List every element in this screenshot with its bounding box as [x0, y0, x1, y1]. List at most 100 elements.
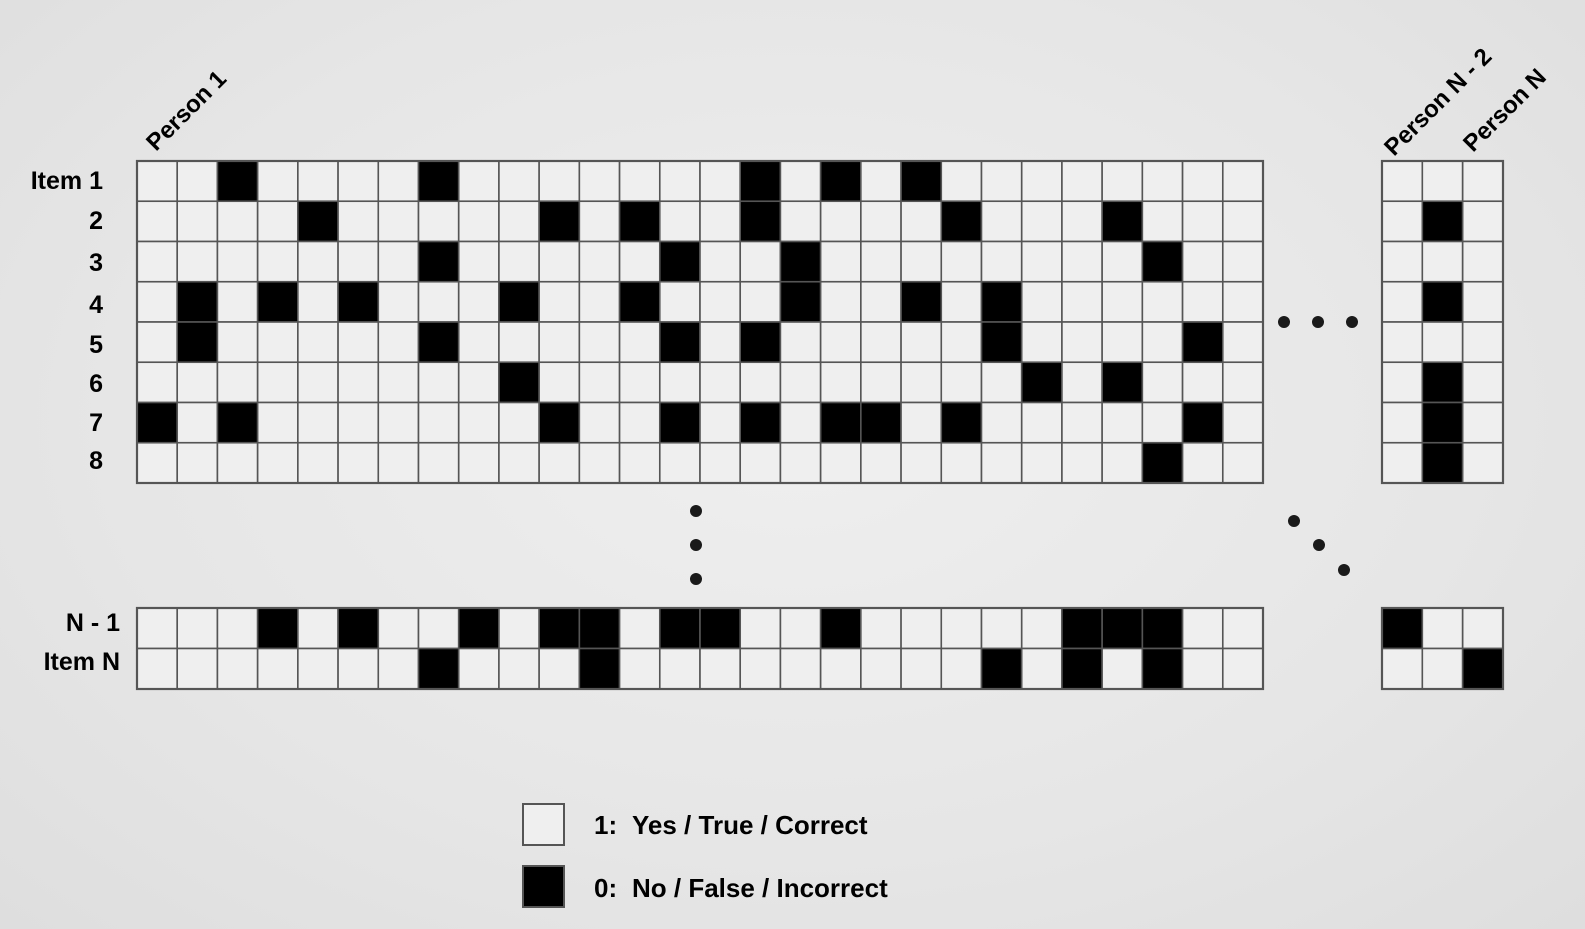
matrix-cell-zero	[417, 160, 460, 203]
matrix-cell-zero	[417, 647, 460, 690]
matrix-cell-one	[1181, 280, 1224, 323]
matrix-cell-one	[1141, 160, 1184, 203]
matrix-cell-one	[900, 401, 943, 444]
matrix-cell-one	[297, 401, 339, 444]
matrix-cell-zero	[417, 321, 460, 364]
matrix-cell-one	[940, 607, 983, 650]
matrix-cell-one	[1020, 441, 1063, 484]
matrix-cell-one	[136, 160, 179, 203]
matrix-cell-one	[1421, 160, 1464, 203]
matrix-cell-one	[297, 240, 339, 283]
matrix-cell-one	[779, 361, 822, 404]
matrix-cell-one	[658, 200, 701, 243]
matrix-cell-one	[297, 441, 339, 484]
matrix-cell-zero	[1101, 607, 1144, 650]
legend-value-zero: 0:	[594, 873, 617, 903]
matrix-cell-one	[256, 401, 299, 444]
matrix-cell-one	[1421, 240, 1464, 283]
matrix-cell-one	[739, 647, 782, 690]
matrix-cell-zero	[900, 160, 943, 203]
matrix-cell-one	[699, 647, 742, 690]
matrix-cell-one	[216, 647, 259, 690]
matrix-cell-one	[578, 200, 621, 243]
matrix-cell-zero	[538, 200, 581, 243]
matrix-cell-one	[860, 647, 902, 690]
matrix-cell-one	[538, 361, 581, 404]
matrix-cell-one	[779, 647, 822, 690]
matrix-cell-one	[176, 361, 219, 404]
matrix-cell-zero	[980, 280, 1023, 323]
matrix-cell-one	[1181, 361, 1224, 404]
matrix-cell-zero	[779, 280, 822, 323]
matrix-cell-one	[498, 441, 540, 484]
matrix-cell-zero	[1181, 321, 1224, 364]
matrix-cell-one	[860, 280, 902, 323]
matrix-cell-one	[1381, 240, 1424, 283]
matrix-cell-one	[498, 240, 540, 283]
response-matrix-diagram: Person 1 Person N - 2 Person N Item 1 2 …	[31, 43, 1552, 908]
matrix-cell-one	[457, 401, 500, 444]
matrix-cell-one	[819, 321, 862, 364]
matrix-cell-one	[216, 280, 259, 323]
matrix-cell-one	[1061, 441, 1103, 484]
matrix-cell-one	[216, 607, 259, 650]
matrix-cell-zero	[1061, 607, 1103, 650]
matrix-cell-one	[457, 200, 500, 243]
matrix-cell-one	[578, 240, 621, 283]
grid-main-bottom	[135, 606, 1265, 691]
matrix-cell-one	[417, 607, 460, 650]
matrix-cell-one	[578, 280, 621, 323]
matrix-cell-one	[1061, 160, 1103, 203]
matrix-cell-one	[176, 401, 219, 444]
matrix-cell-one	[538, 647, 581, 690]
matrix-cell-one	[1101, 160, 1144, 203]
matrix-cell-zero	[1381, 607, 1424, 650]
matrix-cell-zero	[1421, 401, 1464, 444]
matrix-cell-one	[297, 361, 339, 404]
matrix-cell-zero	[739, 321, 782, 364]
matrix-cell-zero	[739, 200, 782, 243]
matrix-cell-one	[538, 160, 581, 203]
matrix-cell-zero	[900, 280, 943, 323]
matrix-cell-zero	[1101, 200, 1144, 243]
matrix-cell-one	[498, 160, 540, 203]
matrix-cell-one	[457, 361, 500, 404]
grid-main-top	[135, 159, 1265, 485]
matrix-cell-one	[1061, 200, 1103, 243]
matrix-cell-zero	[1141, 441, 1184, 484]
matrix-cell-one	[1221, 607, 1264, 650]
matrix-cell-one	[297, 647, 339, 690]
matrix-cell-one	[1020, 280, 1063, 323]
matrix-cell-one	[1020, 240, 1063, 283]
matrix-cell-one	[980, 160, 1023, 203]
matrix-cell-one	[377, 401, 420, 444]
matrix-cell-one	[1381, 401, 1424, 444]
matrix-cell-one	[337, 401, 380, 444]
matrix-cell-one	[498, 647, 540, 690]
matrix-cell-zero	[1141, 240, 1184, 283]
matrix-cell-one	[1141, 200, 1184, 243]
matrix-cell-one	[1381, 321, 1424, 364]
matrix-cell-one	[1101, 647, 1144, 690]
matrix-cell-zero	[538, 401, 581, 444]
matrix-cell-one	[1020, 200, 1063, 243]
matrix-cell-zero	[739, 160, 782, 203]
matrix-cell-one	[618, 441, 661, 484]
matrix-cell-one	[618, 361, 661, 404]
matrix-cell-zero	[658, 240, 701, 283]
matrix-cell-one	[1101, 240, 1144, 283]
matrix-cell-one	[819, 280, 862, 323]
matrix-cell-one	[256, 361, 299, 404]
matrix-cell-one	[1221, 240, 1264, 283]
matrix-cell-one	[1381, 441, 1424, 484]
matrix-cell-one	[1141, 361, 1184, 404]
matrix-cell-one	[860, 361, 902, 404]
matrix-cell-one	[699, 361, 742, 404]
matrix-cell-one	[779, 321, 822, 364]
matrix-cell-one	[1221, 200, 1264, 243]
matrix-cell-zero	[1181, 401, 1224, 444]
column-label-person-1: Person 1	[141, 65, 232, 156]
matrix-cell-one	[417, 280, 460, 323]
matrix-cell-zero	[618, 280, 661, 323]
grid-right-bottom	[1380, 606, 1505, 691]
